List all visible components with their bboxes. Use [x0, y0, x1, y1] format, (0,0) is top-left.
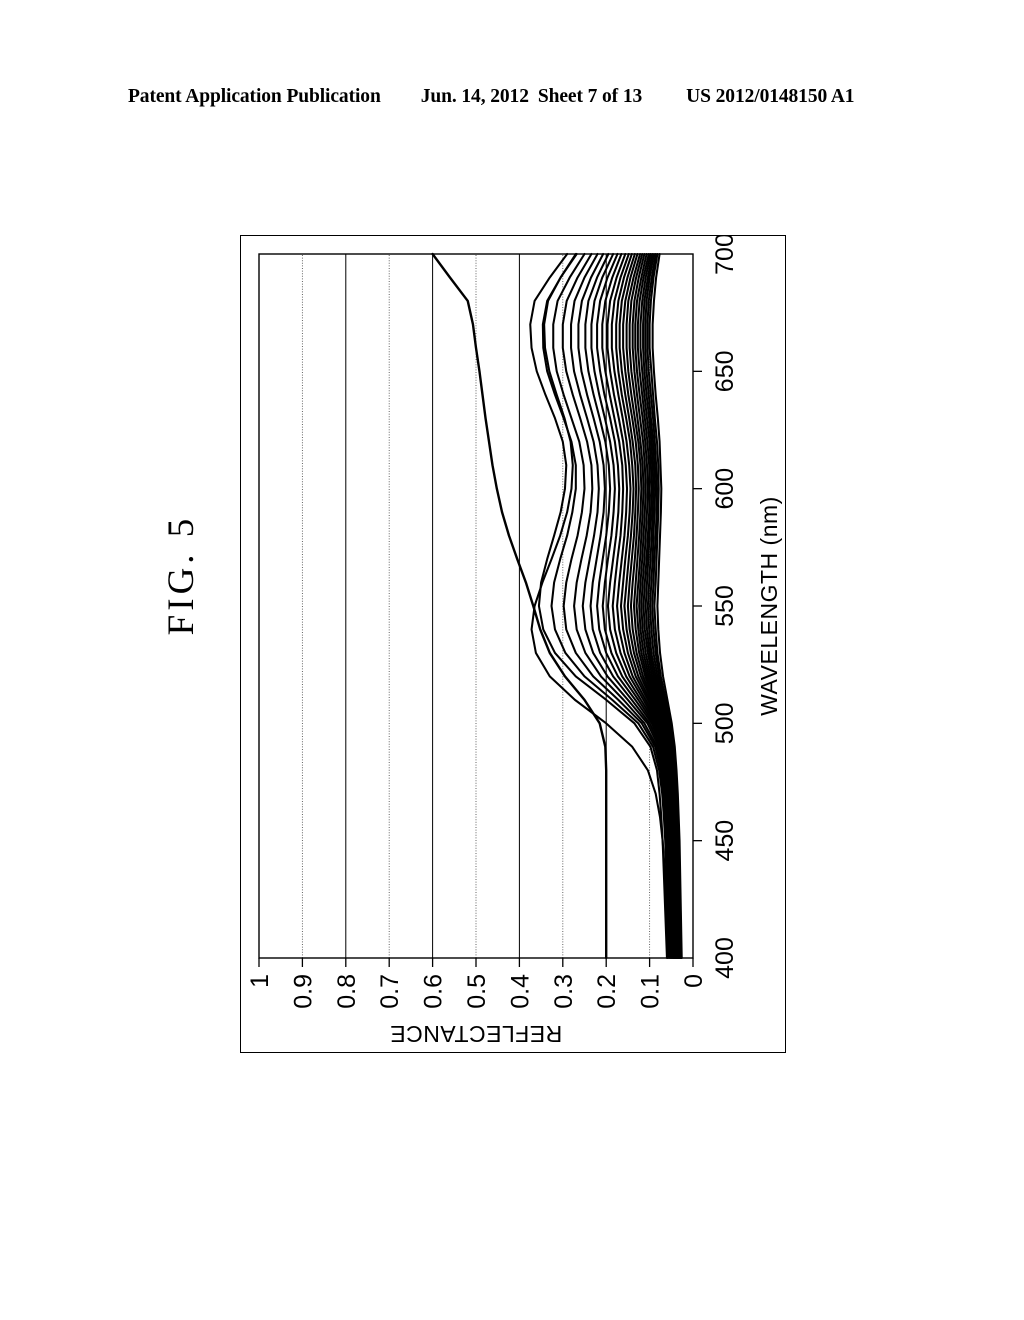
- publication-title: Patent Application Publication: [128, 86, 381, 107]
- ytick-label-0.7: 0.7: [376, 974, 404, 1009]
- ytick-label-0.6: 0.6: [420, 974, 448, 1009]
- figure-rotation-wrapper: 400 450 500 550 600 650 700 0 0.1 0.2 0.3 0.4 0.5 0.6…: [241, 236, 787, 1054]
- sheet-number: Sheet 7 of 13: [537, 86, 643, 107]
- xtick-label-450: 450: [711, 820, 739, 862]
- figure-frame: 400 450 500 550 600 650 700 0 0.1 0.2 0.3 0.4 0.5 0.6…: [240, 235, 786, 1053]
- tick-label-layer: 400 450 500 550 600 650 700 0 0.1 0.2 0.3 0.4 0.5 0.6…: [246, 236, 782, 1047]
- reflectance-chart: 400 450 500 550 600 650 700 0 0.1 0.2 0.3 0.4 0.5 0.6…: [241, 236, 787, 1054]
- figure-caption: FIG. 5: [161, 514, 202, 636]
- x-axis-title: WAVELENGTH (nm): [756, 496, 782, 716]
- curve-layer: [431, 252, 683, 960]
- ytick-label-0.4: 0.4: [506, 974, 534, 1009]
- ytick-label-0.3: 0.3: [550, 974, 578, 1009]
- ytick-label-1: 1: [246, 974, 274, 988]
- ytick-label-0.1: 0.1: [637, 974, 665, 1009]
- ytick-label-0.8: 0.8: [333, 974, 361, 1009]
- xtick-label-400: 400: [711, 937, 739, 979]
- ytick-label-0: 0: [680, 974, 708, 988]
- xtick-label-650: 650: [711, 350, 739, 392]
- y-axis-title: REFLECTANCE: [390, 1021, 563, 1047]
- xtick-label-700: 700: [711, 236, 739, 275]
- xtick-label-500: 500: [711, 702, 739, 744]
- xtick-label-550: 550: [711, 585, 739, 627]
- ytick-label-0.9: 0.9: [289, 974, 317, 1009]
- patent-number: US 2012/0148150 A1: [686, 86, 855, 107]
- chart-svg: 400 450 500 550 600 650 700 0 0.1 0.2 0.3 0.4 0.5 0.6…: [246, 236, 782, 1047]
- page-header: Patent Application Publication Jun. 14, …: [0, 86, 1024, 116]
- ytick-label-0.5: 0.5: [463, 974, 491, 1009]
- header-row: Patent Application Publication Jun. 14, …: [128, 86, 896, 108]
- ytick-label-0.2: 0.2: [593, 974, 621, 1009]
- xtick-label-600: 600: [711, 468, 739, 510]
- publication-date: Jun. 14, 2012: [420, 86, 529, 107]
- chart-inner: 400 450 500 550 600 650 700 0 0.1 0.2 0.3 0.4 0.5 0.6…: [241, 236, 787, 1054]
